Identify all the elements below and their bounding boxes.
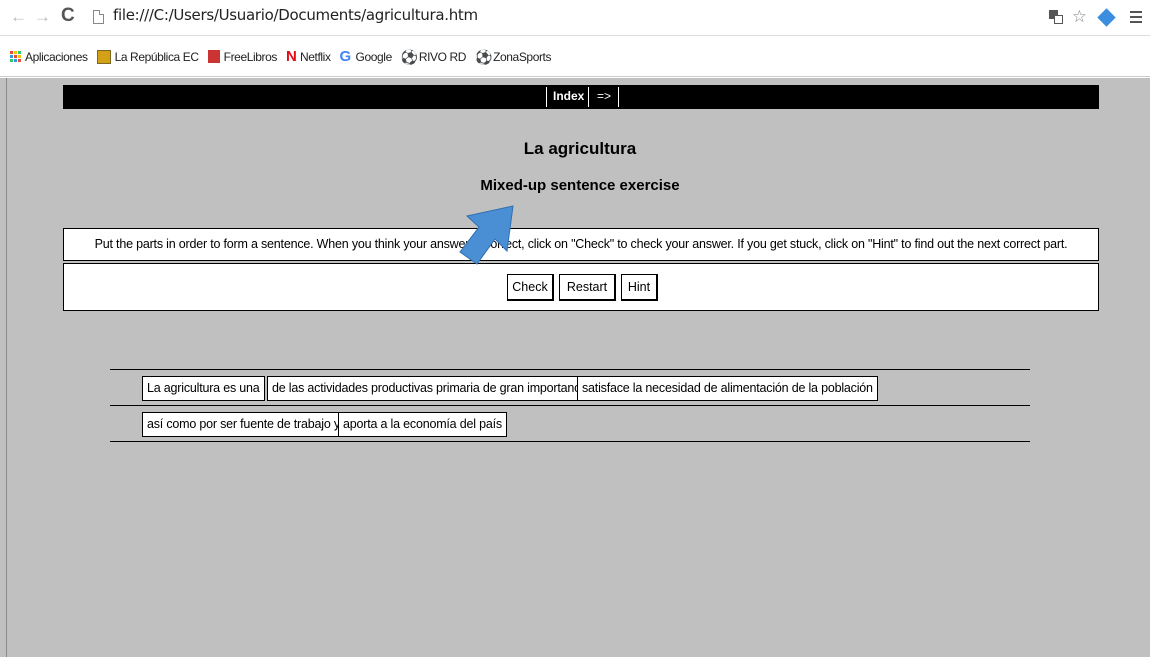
reload-icon[interactable]: C	[61, 5, 75, 27]
bookmark-freelibros[interactable]: FreeLibros	[207, 49, 278, 64]
page-viewport: Index => La agricultura Mixed-up sentenc…	[0, 78, 1150, 657]
bookmark-google[interactable]: G Google	[339, 47, 393, 65]
top-nav-bar: Index =>	[63, 85, 1099, 109]
index-link[interactable]: Index	[546, 87, 589, 107]
bookmark-label: Google	[355, 49, 393, 64]
apps-icon	[10, 51, 21, 62]
extension-icon[interactable]	[1097, 7, 1116, 27]
soccer-ball-icon: ⚽	[400, 48, 418, 65]
button-panel: Check Restart Hint	[63, 263, 1099, 311]
restart-button[interactable]: Restart	[559, 274, 616, 301]
next-link[interactable]: =>	[591, 87, 619, 107]
bookmark-netflix[interactable]: N Netflix	[286, 47, 331, 65]
bookmark-label: ZonaSports	[493, 49, 552, 64]
check-button[interactable]: Check	[507, 274, 554, 301]
url-field[interactable]: file:///C:/Users/Usuario/Documents/agric…	[113, 6, 478, 24]
forward-icon[interactable]: →	[34, 7, 51, 27]
google-icon: G	[339, 47, 352, 65]
bookmark-label: Aplicaciones	[25, 49, 88, 64]
answer-line	[110, 405, 1030, 406]
sentence-part[interactable]: aporta a la economía del país	[338, 412, 507, 437]
pointer-arrow-icon	[459, 205, 514, 265]
bookmark-label: RIVO RD	[418, 49, 467, 64]
bookmarks-bar: Aplicaciones La República EC FreeLibros …	[0, 37, 1150, 77]
page-subtitle: Mixed-up sentence exercise	[480, 177, 680, 194]
freelibros-icon	[207, 50, 220, 63]
window-edge	[6, 78, 7, 657]
sentence-part[interactable]: La agricultura es una	[142, 376, 265, 401]
menu-icon[interactable]	[1130, 11, 1142, 23]
page-title: La agricultura	[523, 139, 637, 158]
bookmark-zonasports[interactable]: ⚽ ZonaSports	[475, 50, 551, 64]
bookmark-rivo-rd[interactable]: ⚽ RIVO RD	[400, 48, 467, 65]
translate-icon[interactable]	[1048, 10, 1063, 24]
bookmark-la-republica[interactable]: La República EC	[96, 49, 199, 64]
bookmark-label: La República EC	[114, 49, 199, 64]
answer-line	[110, 369, 1030, 370]
page-icon	[93, 10, 104, 24]
back-icon[interactable]: ←	[10, 7, 27, 27]
bookmark-label: Netflix	[300, 49, 331, 64]
answer-line	[110, 441, 1030, 442]
star-icon[interactable]: ☆	[1072, 8, 1087, 26]
republica-icon	[96, 49, 111, 64]
bookmark-label: FreeLibros	[223, 49, 278, 64]
bookmark-aplicaciones[interactable]: Aplicaciones	[10, 50, 88, 64]
soccer-ball-icon: ⚽	[475, 48, 493, 65]
netflix-icon: N	[286, 47, 297, 65]
sentence-part[interactable]: de las actividades productivas primaria …	[267, 376, 595, 401]
address-bar: ← → C file:///C:/Users/Usuario/Documents…	[0, 0, 1150, 36]
sentence-part[interactable]: así como por ser fuente de trabajo y	[142, 412, 345, 437]
hint-button[interactable]: Hint	[621, 274, 658, 301]
sentence-part[interactable]: satisface la necesidad de alimentación d…	[577, 376, 878, 401]
instructions-box: Put the parts in order to form a sentenc…	[63, 228, 1099, 261]
